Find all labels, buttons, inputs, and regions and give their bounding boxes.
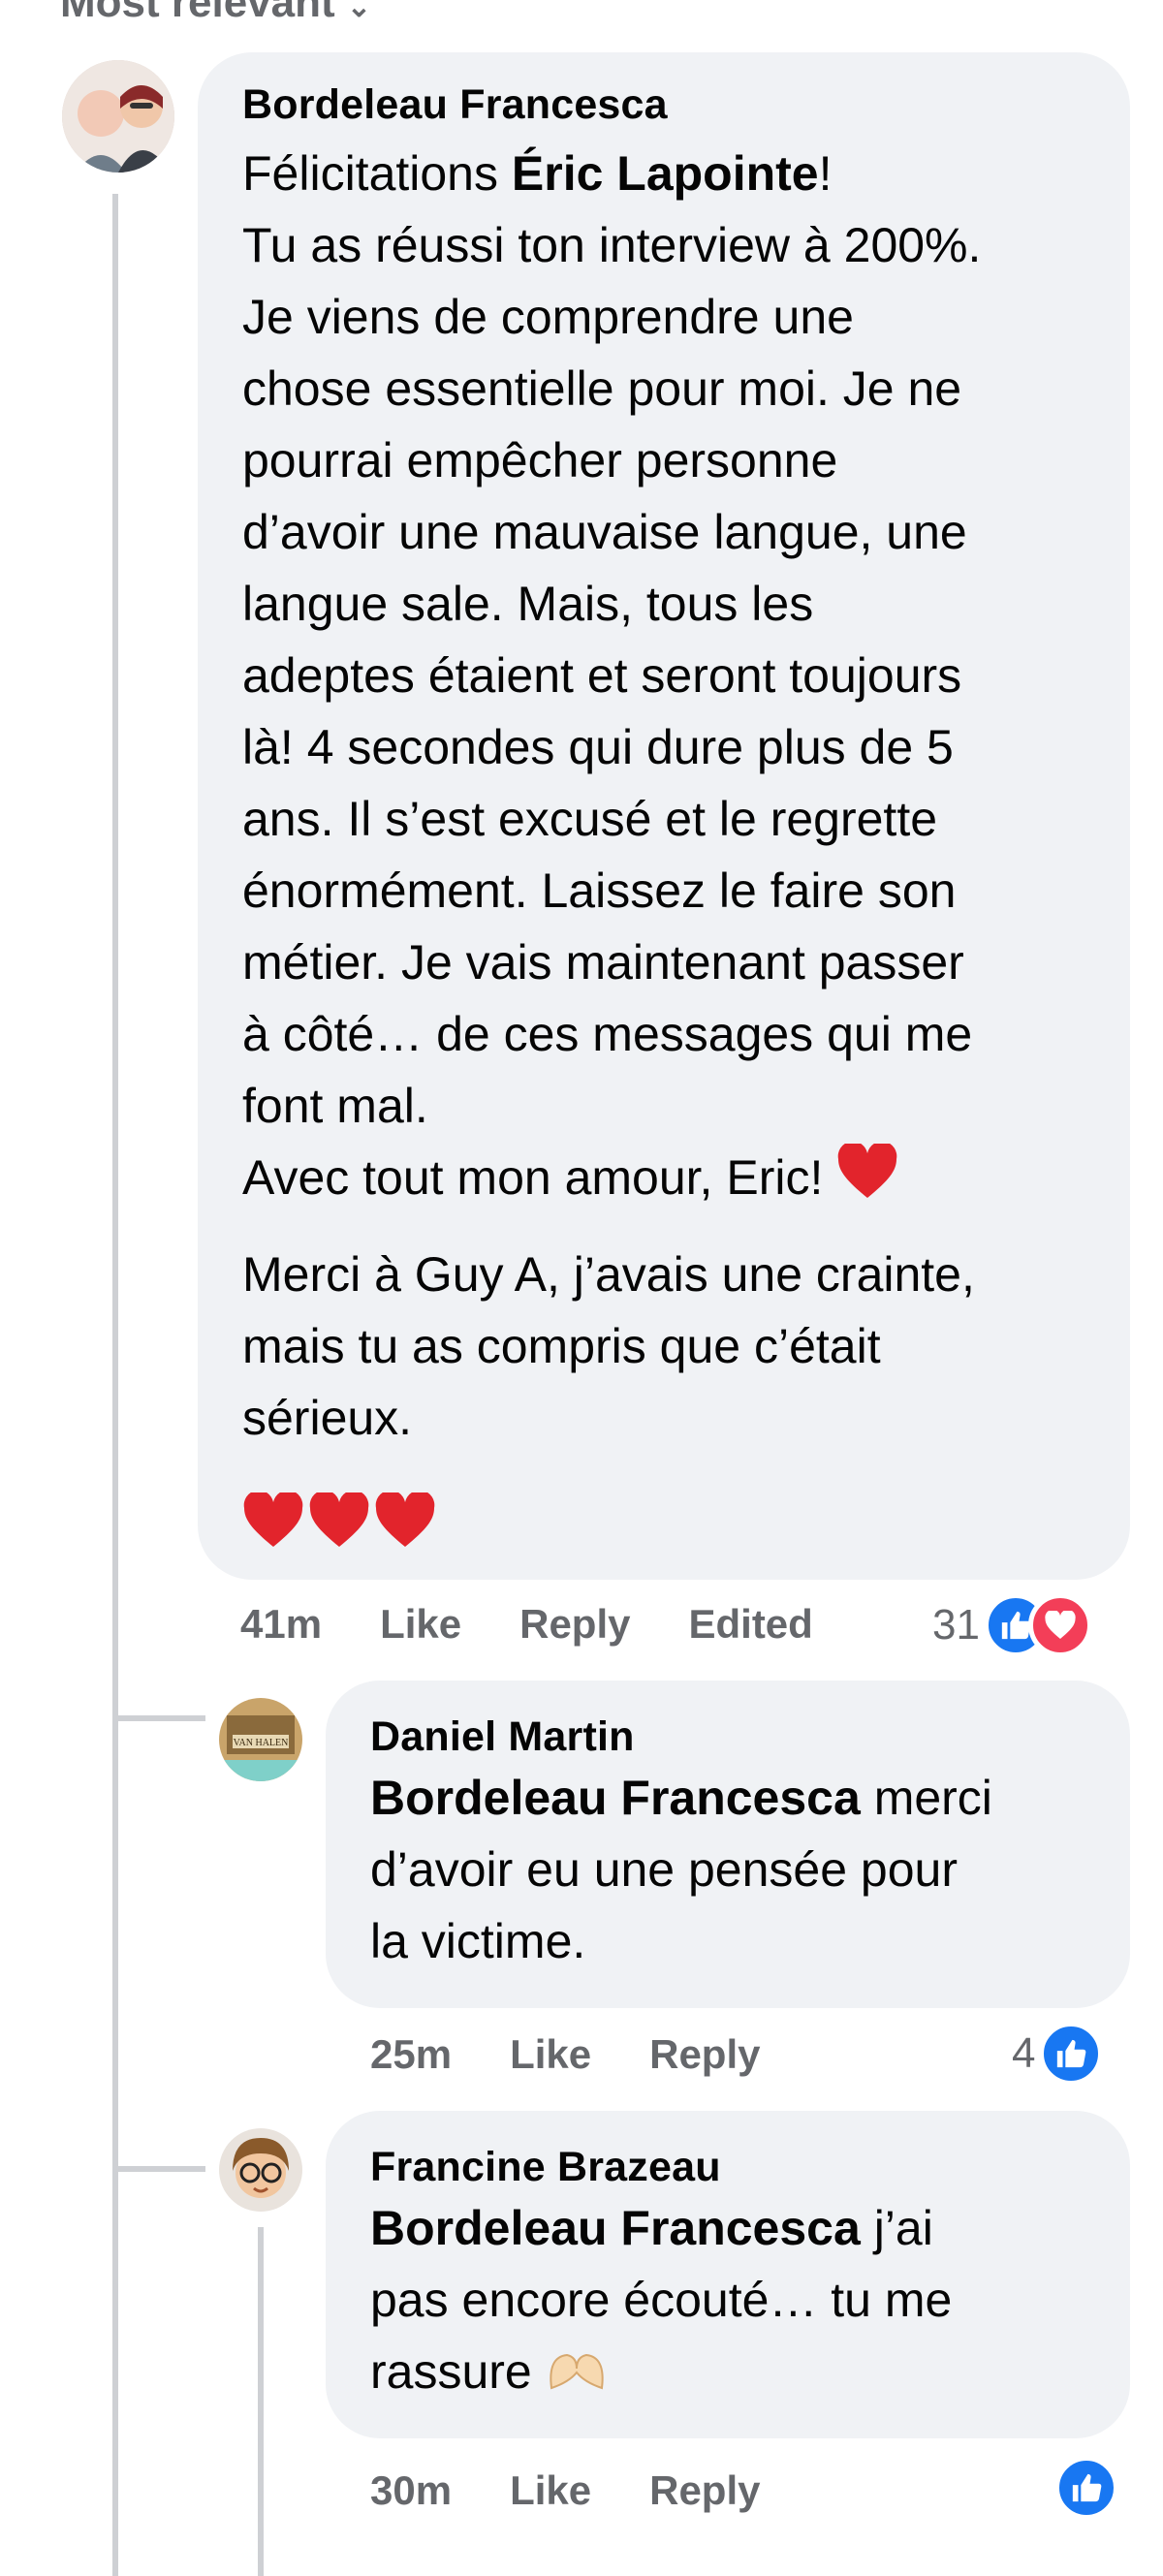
comment-line: à côté… de ces messages qui me [242, 1007, 973, 1061]
thread-connector-1 [112, 1715, 205, 1721]
timestamp[interactable]: 41m [240, 1601, 322, 1648]
reply-line: rassure [370, 2336, 1130, 2411]
reply-bubble: Daniel Martin Bordeleau Francesca merci … [326, 1681, 1130, 2008]
like-icon [1054, 2456, 1118, 2520]
heart-hands-emoji-icon [546, 2340, 608, 2411]
reaction-summary[interactable]: 4 [1012, 2022, 1104, 2086]
thread-connector-2 [112, 2166, 205, 2172]
comment-author[interactable]: Bordeleau Francesca [242, 79, 1130, 130]
comment-line: Félicitations Éric Lapointe! [242, 146, 833, 201]
reply-body: Bordeleau Francesca merci d’avoir eu une… [370, 1762, 1130, 1977]
comment-line: sérieux. [242, 1390, 413, 1445]
reply-line: d’avoir eu une pensée pour [370, 1842, 959, 1897]
comment-line: Avec tout mon amour, Eric! [242, 1141, 1130, 1219]
timestamp[interactable]: 25m [370, 2031, 452, 2078]
comment-line: Tu as réussi ton interview à 200%. [242, 218, 982, 272]
comment-line: langue sale. Mais, tous les [242, 577, 814, 631]
like-button[interactable]: Like [380, 1601, 461, 1648]
reply-author[interactable]: Francine Brazeau [370, 2142, 1130, 2192]
like-button[interactable]: Like [510, 2467, 591, 2514]
reply-line: pas encore écouté… tu me [370, 2273, 953, 2327]
chevron-down-icon: ⌄ [346, 0, 372, 23]
comment-line: adeptes étaient et seront toujours [242, 648, 962, 703]
avatar[interactable] [62, 60, 174, 173]
mention-link[interactable]: Bordeleau Francesca [370, 2201, 861, 2255]
heart-emoji-icon [836, 1141, 898, 1219]
avatar[interactable] [219, 2128, 302, 2212]
comment-actions: 41m Like Reply Edited [240, 1601, 871, 1648]
reply-body: Bordeleau Francesca j’ai pas encore écou… [370, 2192, 1130, 2411]
reply-button[interactable]: Reply [519, 1601, 630, 1648]
comment-line: énormément. Laissez le faire son [242, 864, 957, 918]
comment-line: mais tu as compris que c’était [242, 1318, 881, 1373]
reply-line: Bordeleau Francesca j’ai [370, 2201, 933, 2255]
comment-line: chose essentielle pour moi. Je ne [242, 361, 962, 416]
heart-emoji-icon [375, 1492, 435, 1547]
mention-link[interactable]: Éric Lapointe [512, 146, 819, 201]
comment-line: font mal. [242, 1079, 428, 1133]
reply-button[interactable]: Reply [649, 2467, 760, 2514]
thread-line-main [112, 194, 118, 2576]
timestamp[interactable]: 30m [370, 2467, 452, 2514]
svg-text:VAN HALEN: VAN HALEN [234, 1738, 289, 1748]
hearts-emoji-row [242, 1492, 1130, 1549]
mention-link[interactable]: Bordeleau Francesca [370, 1771, 861, 1825]
reply-line: Bordeleau Francesca merci [370, 1771, 992, 1825]
like-button[interactable]: Like [510, 2031, 591, 2078]
reply-actions: 30m Like Reply [370, 2467, 818, 2514]
reply-line: la victime. [370, 1914, 586, 1968]
reaction-count: 31 [932, 1601, 980, 1649]
comment-line: Je viens de comprendre une [242, 290, 854, 344]
heart-emoji-icon [243, 1492, 303, 1547]
sort-dropdown[interactable]: Most relevant ⌄ [60, 0, 371, 27]
reply-author[interactable]: Daniel Martin [370, 1712, 1130, 1762]
comment-bubble: Bordeleau Francesca Félicitations Éric L… [198, 52, 1130, 1580]
comment-body: Félicitations Éric Lapointe! Tu as réuss… [242, 138, 1130, 1549]
heart-emoji-icon [309, 1492, 369, 1547]
thread-line-reply2 [258, 2227, 264, 2576]
reaction-count: 4 [1012, 2029, 1036, 2077]
sort-label: Most relevant [60, 0, 335, 26]
comment-line: pourrai empêcher personne [242, 433, 838, 487]
comment-line: là! 4 secondes qui dure plus de 5 [242, 720, 954, 774]
reply-button[interactable]: Reply [649, 2031, 760, 2078]
love-icon [1027, 1593, 1092, 1657]
edited-label[interactable]: Edited [688, 1601, 812, 1648]
like-icon [1039, 2022, 1104, 2086]
reply-actions: 25m Like Reply [370, 2031, 818, 2078]
comment-line: métier. Je vais maintenant passer [242, 935, 964, 990]
reaction-summary[interactable] [1054, 2456, 1118, 2520]
comment-line: Merci à Guy A, j’avais une crainte, [242, 1246, 975, 1302]
reaction-summary[interactable]: 31 [932, 1593, 1092, 1657]
avatar[interactable]: VAN HALEN [219, 1698, 302, 1781]
comment-line: d’avoir une mauvaise langue, une [242, 505, 967, 559]
comment-line: ans. Il s’est excusé et le regrette [242, 792, 938, 846]
reply-bubble: Francine Brazeau Bordeleau Francesca j’a… [326, 2111, 1130, 2438]
